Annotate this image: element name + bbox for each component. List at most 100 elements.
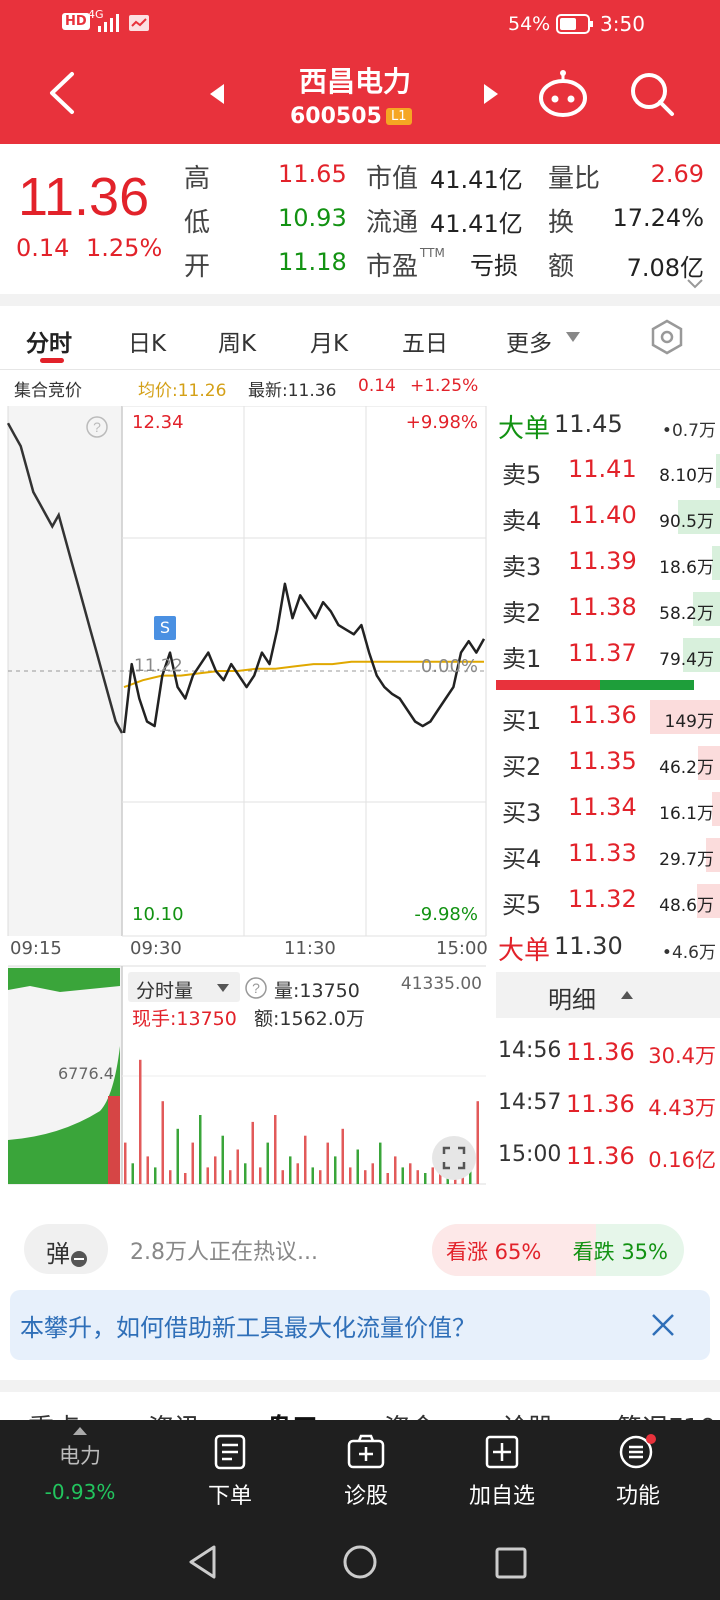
volume-bar (341, 1128, 344, 1184)
bid-volume: 29.7万 (659, 850, 714, 870)
tab-monthly-k[interactable]: 月K (310, 324, 348, 358)
volume-bar (146, 1156, 149, 1184)
fullscreen-button[interactable] (432, 1136, 476, 1180)
tab-highlights[interactable]: 重点 (28, 1408, 80, 1420)
volume-bar (274, 1115, 277, 1184)
volume-bar (401, 1167, 404, 1184)
volume-bar (221, 1135, 224, 1184)
back-arrow-icon[interactable] (44, 70, 80, 116)
bid-row-1[interactable]: 买1 11.36 149万 (496, 696, 720, 736)
ask-volume: 58.2万 (659, 604, 714, 624)
tab-orderbook[interactable]: 盘口 (266, 1408, 318, 1420)
tab-capital[interactable]: 资金 (384, 1408, 436, 1420)
function-button[interactable]: 功能 (588, 1434, 688, 1510)
info-tabs: 重点 资讯 盘口 资金 诊股 简况F10 (0, 1380, 720, 1420)
bid-volume: 46.2万 (659, 758, 714, 778)
sector-widget[interactable]: 电力 -0.93% (30, 1420, 130, 1504)
volume-bar (184, 1173, 187, 1184)
barrage-off-icon (71, 1251, 87, 1267)
open-value: 11.18 (278, 248, 347, 276)
bid-row-3[interactable]: 买3 11.34 16.1万 (496, 788, 720, 828)
ask-row-1[interactable]: 卖5 11.41 8.10万 (496, 450, 720, 490)
pe-ttm-label: TTM (420, 246, 445, 260)
bullish-button[interactable]: 看涨 65% (446, 1236, 541, 1266)
high-value: 11.65 (278, 160, 347, 188)
promo-banner[interactable]: 本攀升，如何借助新工具最大化流量价值？ (10, 1290, 710, 1360)
ask-price: 11.38 (568, 593, 637, 621)
tab-weekly-k[interactable]: 周K (218, 324, 256, 358)
tab-intraday[interactable]: 分时 (26, 324, 72, 358)
volume-bar (259, 1167, 262, 1184)
volume-help-icon[interactable]: ? (244, 976, 268, 1000)
prev-stock-icon[interactable] (206, 82, 230, 106)
diagnose-label: 诊股 (343, 1484, 388, 1509)
ask-price: 11.40 (568, 501, 637, 529)
close-icon[interactable] (650, 1312, 676, 1338)
svg-text:?: ? (93, 419, 101, 435)
avg-price-label: 均价:11.26 (138, 381, 227, 401)
search-icon[interactable] (628, 70, 676, 118)
ask-row-3[interactable]: 卖3 11.39 18.6万 (496, 542, 720, 582)
tick-time: 14:57 (498, 1090, 562, 1115)
stock-name: 西昌电力 (298, 65, 411, 98)
signal-marker[interactable]: S (154, 616, 176, 640)
volume-bar (349, 1167, 352, 1184)
tab-more[interactable]: 更多 (506, 324, 552, 358)
detail-collapse-icon (621, 991, 633, 999)
tick-volume: 0.16亿 (648, 1148, 716, 1172)
high-label: 高 (184, 164, 211, 194)
tick-time: 15:00 (498, 1142, 562, 1167)
pct-axis-mid: 0.00% (420, 656, 478, 677)
latest-change-pct: +1.25% (410, 376, 479, 396)
diagnose-button[interactable]: 诊股 (316, 1434, 416, 1510)
nav-home-icon[interactable] (342, 1544, 378, 1580)
tab-news[interactable]: 资讯 (148, 1408, 200, 1420)
volume-type-selector[interactable]: 分时量 (128, 972, 240, 1002)
tick-volume: 4.43万 (648, 1096, 716, 1120)
volume-type-label: 分时量 (136, 980, 194, 1002)
latest-price-label: 最新:11.36 (248, 381, 337, 401)
nav-back-icon[interactable] (186, 1544, 220, 1580)
order-button[interactable]: 下单 (180, 1434, 280, 1510)
bid-label: 买5 (502, 891, 542, 919)
banner-text: 本攀升，如何借助新工具最大化流量价值？ (20, 1314, 476, 1342)
bid-row-2[interactable]: 买2 11.35 46.2万 (496, 742, 720, 782)
bid-row-5[interactable]: 买5 11.32 48.6万 (496, 880, 720, 920)
tab-f10[interactable]: 简况F10 (616, 1408, 716, 1420)
nav-recents-icon[interactable] (494, 1546, 528, 1580)
big-sell-label: 大单 (498, 414, 551, 444)
pe-label: 市盈 (366, 252, 419, 282)
price-change: 0.14 (16, 234, 70, 262)
bid-row-4[interactable]: 买4 11.33 29.7万 (496, 834, 720, 874)
tab-daily-k[interactable]: 日K (128, 324, 166, 358)
barrage-toggle[interactable]: 弹 (24, 1224, 108, 1274)
chart-settings-icon[interactable] (648, 318, 686, 356)
detail-label: 明细 (548, 986, 596, 1014)
add-watchlist-button[interactable]: 加自选 (452, 1434, 552, 1510)
function-label: 功能 (615, 1484, 660, 1509)
intraday-chart[interactable]: ? 12.34 +9.98% 11.22 0.00% 10.10 -9.98% … (0, 406, 496, 1206)
volume-bar (191, 1142, 194, 1184)
volume-bar (124, 1142, 127, 1184)
ask-row-4[interactable]: 卖2 11.38 58.2万 (496, 588, 720, 628)
fullscreen-icon (442, 1146, 466, 1170)
tab-five-day[interactable]: 五日 (402, 324, 448, 358)
big-sell-vol: •0.7万 (661, 421, 716, 441)
battery-percent: 54% (508, 13, 551, 35)
ask-row-5[interactable]: 卖1 11.37 79.4万 (496, 634, 720, 674)
add-watchlist-label: 加自选 (468, 1484, 535, 1509)
bid-label: 买4 (502, 845, 542, 873)
detail-header[interactable]: 明细 (496, 972, 720, 1018)
tab-diagnosis[interactable]: 诊股 (502, 1408, 554, 1420)
volume-bar (229, 1170, 232, 1184)
discussion-text[interactable]: 2.8万人正在热议... (130, 1234, 318, 1266)
ask-price: 11.39 (568, 547, 637, 575)
help-icon[interactable]: ? (86, 416, 108, 438)
robot-assistant-icon[interactable] (536, 68, 590, 118)
expand-chevron-icon[interactable] (686, 278, 704, 290)
volume-bar (304, 1135, 307, 1184)
bearish-button[interactable]: 看跌 35% (573, 1236, 668, 1266)
next-stock-icon[interactable] (478, 82, 502, 106)
bid-price: 11.32 (568, 885, 637, 913)
ask-row-2[interactable]: 卖4 11.40 90.5万 (496, 496, 720, 536)
